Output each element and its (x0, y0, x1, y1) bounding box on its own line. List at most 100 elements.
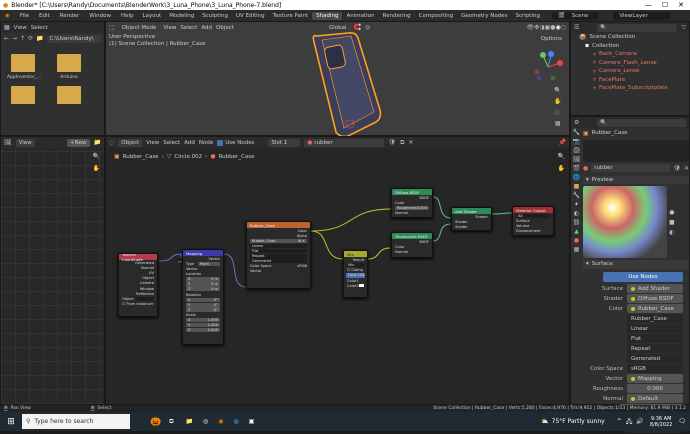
render-tab-icon[interactable]: 📷 (573, 138, 580, 145)
camera-view-icon[interactable]: 🎥 (554, 109, 561, 116)
constraints-tab-icon[interactable]: ⛓ (573, 219, 581, 226)
forward-icon[interactable]: → (12, 35, 17, 42)
shading-rendered-icon[interactable]: ○ (561, 24, 566, 31)
node-translucent-bsdf[interactable]: Translucent BSDF BSDF Color Normal (391, 232, 433, 258)
property-value[interactable]: Rubber_Case (627, 314, 683, 323)
outliner-item[interactable]: ▿ FacePlate_Subscriptplate (571, 84, 689, 93)
physics-tab-icon[interactable]: ◐ (574, 210, 579, 217)
blender-taskbar-icon[interactable]: ◉ (218, 418, 223, 425)
object-tab-icon[interactable]: ■ (574, 183, 580, 190)
volume-icon[interactable]: 🔊 (636, 418, 643, 425)
location-z[interactable]: Z0 m (186, 287, 220, 292)
property-value[interactable]: Linear (627, 324, 683, 333)
3d-viewport[interactable]: ⬚ Object Mode View Select Add Object Glo… (105, 21, 570, 138)
blend-mode-dropdown[interactable]: Mix (346, 262, 365, 268)
node-image-texture[interactable]: Rubber_Case Color Alpha Rubber_Case ⧉ ✕ L… (246, 221, 311, 289)
weather-text[interactable]: 75°F Partly sunny (552, 418, 605, 425)
folder-item[interactable]: AppInventor_... (7, 54, 41, 80)
image-editor-panel[interactable]: 🖼 View + New 📁 🔍 ✋ (0, 136, 105, 405)
minimize-icon[interactable]: — (645, 1, 652, 9)
use-nodes-button[interactable]: Use Nodes (603, 271, 683, 282)
snap-icon[interactable]: 🧲 (353, 24, 360, 31)
menu-render[interactable]: Render (55, 13, 85, 19)
properties-search[interactable]: 🔍 (597, 118, 686, 127)
color2-swatch[interactable] (358, 284, 364, 288)
preview-sphere-icon[interactable]: ● (669, 209, 675, 216)
projection-dropdown[interactable]: Flat (250, 248, 307, 254)
chrome-icon[interactable]: ◎ (203, 418, 208, 425)
property-value[interactable]: 0.000 (627, 384, 683, 393)
tray-chevron-icon[interactable]: ^ (617, 418, 622, 425)
preview-world-icon[interactable]: ◐ (669, 229, 675, 236)
new-image-button[interactable]: + New (66, 138, 90, 147)
taskbar-search[interactable]: ⚲ Type here to search (22, 414, 130, 429)
explorer-icon[interactable]: 📁 (186, 418, 193, 425)
pan-hand-icon[interactable]: ✋ (93, 165, 100, 172)
modifier-tab-icon[interactable]: 🔧 (573, 192, 580, 199)
tab-compositing[interactable]: Compositing (415, 12, 457, 20)
link-add-output[interactable] (491, 212, 513, 215)
zoom-icon[interactable]: 🔍 (93, 153, 100, 160)
tab-sculpting[interactable]: Sculpting (198, 12, 232, 20)
fb-menu-view[interactable]: View (14, 25, 27, 31)
property-value[interactable]: Diffuse BSDF (627, 294, 683, 303)
zoom-icon[interactable]: 🔍 (554, 87, 561, 94)
editor-type-icon[interactable]: ▦ (4, 24, 10, 31)
menu-help[interactable]: Help (116, 13, 139, 19)
outliner-search[interactable]: 🔍 (597, 23, 678, 32)
property-value[interactable]: Mapping (627, 374, 683, 383)
image-datablock-field[interactable]: Rubber_Case ⧉ ✕ (250, 238, 307, 244)
link-diffuse-add[interactable] (432, 196, 452, 219)
node-mapping[interactable]: Mapping Vector Type Point Vector Location… (182, 249, 224, 345)
vp-menu-add[interactable]: Add (201, 25, 212, 31)
3d-cursor-icon[interactable] (344, 118, 356, 130)
tab-rendering[interactable]: Rendering (379, 12, 415, 20)
texture-tab-icon[interactable]: ▦ (574, 246, 580, 253)
rotation-y[interactable]: Y 0° (186, 302, 220, 307)
weather-icon[interactable]: ⛅ (541, 418, 548, 425)
scene-selector[interactable]: 🎬 Scene (551, 11, 600, 20)
link-image-mix-color1[interactable] (310, 230, 344, 260)
other-app-icon[interactable]: ▣ (249, 418, 255, 425)
fb-menu-select[interactable]: Select (31, 25, 48, 31)
rotation-x[interactable]: X 0° (186, 297, 220, 302)
refresh-icon[interactable]: ⟳ (28, 35, 33, 42)
output-tab-icon[interactable]: 🖨 (573, 147, 581, 154)
visibility-icon[interactable]: 👁 (527, 24, 535, 31)
tab-uv-editing[interactable]: UV Editing (232, 12, 269, 20)
from-instancer-checkbox[interactable]: ☐ From Instancer (119, 302, 157, 307)
particles-tab-icon[interactable]: ✦ (574, 201, 579, 208)
data-tab-icon[interactable]: ▲ (574, 228, 579, 235)
tab-modeling[interactable]: Modeling (165, 12, 198, 20)
preview-cube-icon[interactable]: ■ (669, 219, 675, 226)
menu-window[interactable]: Window (84, 13, 116, 19)
property-value[interactable]: Rubber_Case (627, 304, 683, 313)
material-slot-list[interactable] (583, 139, 689, 162)
property-value[interactable]: Default (627, 394, 683, 403)
scale-y[interactable]: Y 1.000 (186, 322, 220, 328)
location-x[interactable]: X0 m (186, 277, 220, 282)
blender-menu-icon[interactable]: ◉ (0, 13, 15, 19)
node-texture-coordinate[interactable]: Texture Coordinate Generated Normal UV O… (118, 253, 158, 317)
material-name-field[interactable]: rubber (591, 164, 671, 172)
outliner-item[interactable]: ▿ Camera_Flash_Lense (571, 59, 689, 68)
editor-type-icon[interactable]: ⬚ (109, 24, 115, 31)
vp-menu-object[interactable]: Object (216, 25, 234, 31)
tab-layout[interactable]: Layout (139, 12, 166, 20)
surface-section-header[interactable]: ▾ Surface (583, 260, 689, 269)
node-add-shader[interactable]: Add Shader Shader Shader Shader (451, 207, 492, 231)
material-sphere-icon[interactable]: ● (583, 165, 588, 172)
location-y[interactable]: Y0 m (186, 282, 220, 287)
node-material-output[interactable]: Material Output All Surface Volume Displ… (512, 206, 554, 236)
roughness-slider[interactable]: Roughness 0.000 (395, 205, 429, 211)
navigation-gizmo[interactable] (531, 50, 565, 84)
view-layer-selector[interactable]: ViewLayer (613, 11, 672, 20)
filter-icon[interactable]: ▽ (681, 24, 686, 31)
task-view-icon[interactable]: ⧉ (169, 418, 173, 426)
maximize-icon[interactable]: ☐ (662, 1, 668, 9)
rotation-z[interactable]: Z 0° (186, 307, 220, 312)
tab-texture-paint[interactable]: Texture Paint (269, 12, 313, 20)
mapping-type-dropdown[interactable]: Point (198, 261, 220, 266)
link-translucent-add[interactable] (432, 223, 452, 242)
grid-icon[interactable]: ▦ (554, 120, 561, 127)
